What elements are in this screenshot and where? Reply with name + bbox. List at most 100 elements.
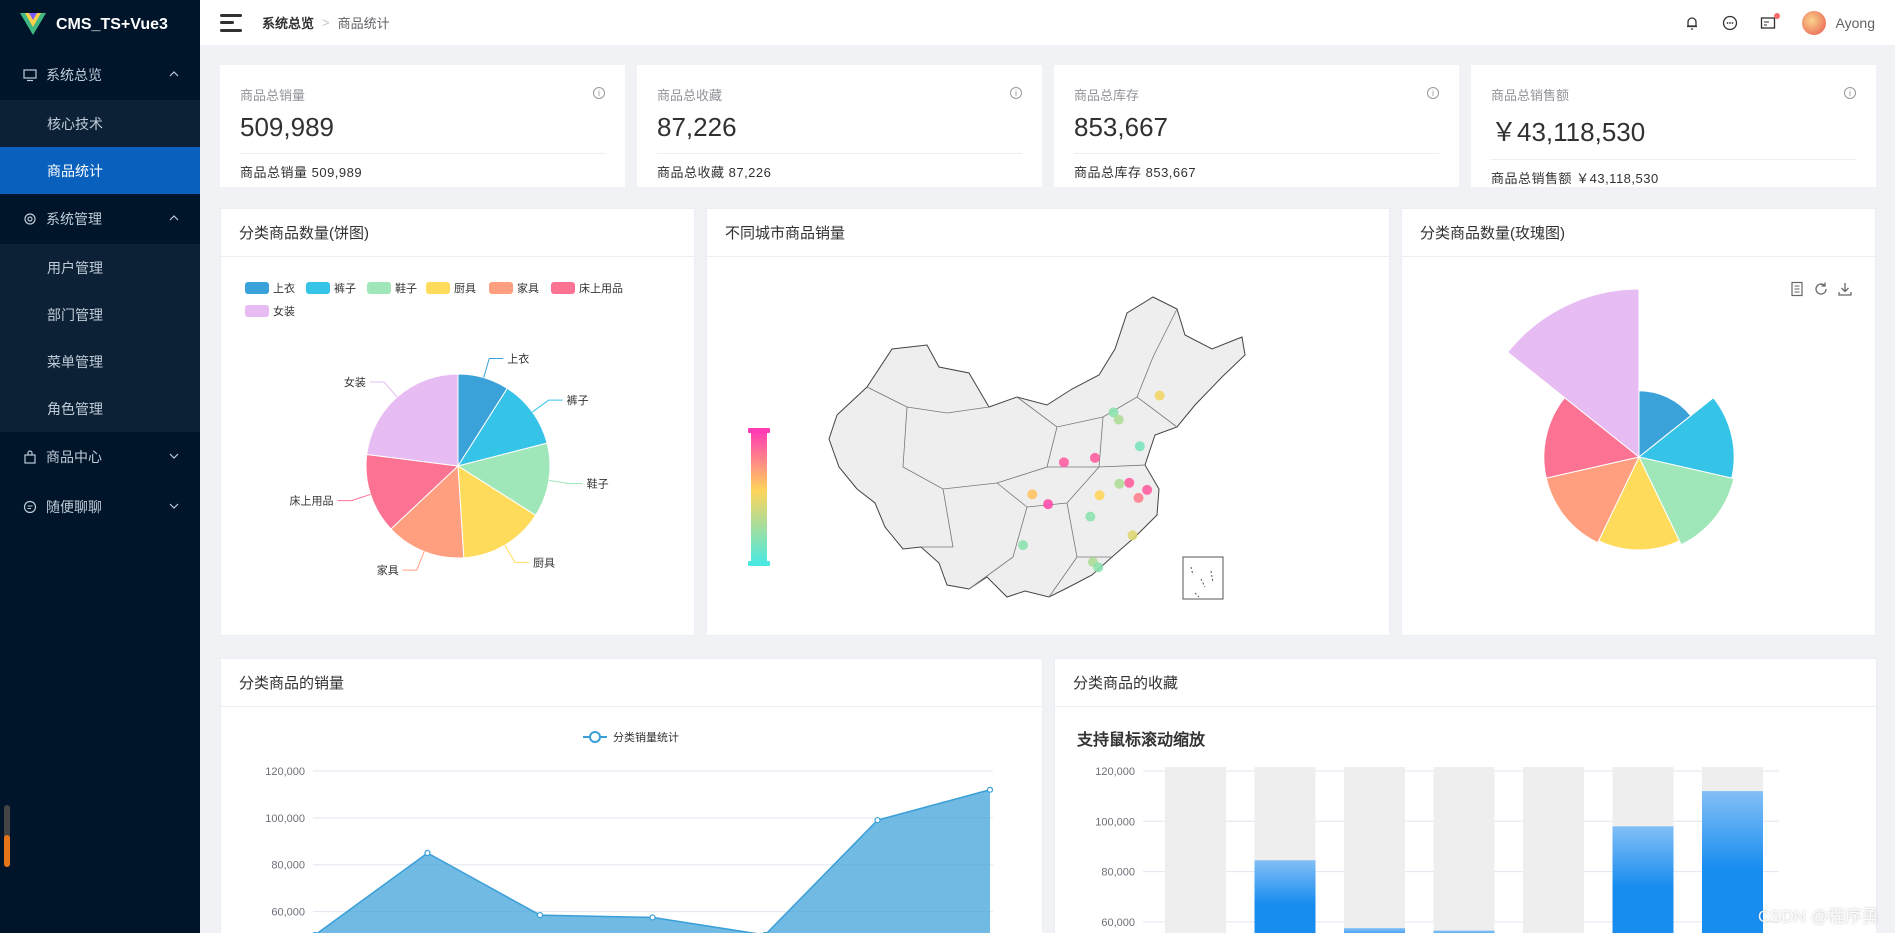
- legend-item[interactable]: 裤子: [306, 281, 356, 295]
- map-point[interactable]: [1127, 530, 1138, 541]
- panel-title: 不同城市商品销量: [707, 209, 1389, 257]
- sidebar-item-core-tech[interactable]: 核心技术: [0, 100, 200, 147]
- menu-fold-icon[interactable]: [220, 13, 242, 32]
- data-point[interactable]: [424, 849, 431, 857]
- stat-title: 商品总库存: [1074, 88, 1140, 103]
- legend-label: 鞋子: [395, 281, 417, 295]
- map-point[interactable]: [1058, 457, 1069, 468]
- menu-system-management[interactable]: 系统管理: [0, 194, 200, 244]
- legend-item[interactable]: 女装: [245, 304, 295, 318]
- panel-rose-chart: 分类商品数量(玫瑰图): [1401, 208, 1876, 636]
- info-icon[interactable]: i: [1844, 87, 1856, 99]
- map-point[interactable]: [1154, 390, 1165, 401]
- stat-value: 509,989: [240, 112, 334, 142]
- postcard-icon[interactable]: [1758, 12, 1780, 33]
- map-point[interactable]: [1043, 499, 1054, 510]
- menu-goods-center[interactable]: 商品中心: [0, 432, 200, 482]
- submenu-system: 用户管理 部门管理 菜单管理 角色管理: [0, 244, 200, 432]
- data-point[interactable]: [986, 786, 994, 793]
- legend-marker: [589, 731, 601, 743]
- chat-icon: [22, 499, 38, 515]
- legend-item[interactable]: 床上用品: [551, 281, 623, 295]
- map-point[interactable]: [1124, 477, 1135, 488]
- menu-system-overview-label: 系统总览: [46, 67, 102, 83]
- legend-item[interactable]: 家具: [489, 281, 539, 295]
- rose-toolbox: [1789, 281, 1853, 297]
- pie-chart[interactable]: 上衣 裤子 鞋子 厨具 家具 床上用品女装上衣裤子鞋子厨具家具床上用品女装: [221, 257, 694, 635]
- menu-goods-center-label: 商品中心: [46, 449, 102, 465]
- menu-chat[interactable]: 随便聊聊: [0, 482, 200, 532]
- stat-card-total-revenue: 商品总销售额 i ￥43,118,530 商品总销售额 ￥43,118,530: [1471, 65, 1876, 187]
- legend-item[interactable]: 分类销量统计: [583, 730, 679, 744]
- avatar[interactable]: [1801, 10, 1826, 35]
- legend-item[interactable]: 上衣: [245, 281, 295, 295]
- data-point[interactable]: [874, 817, 881, 824]
- sidebar-item-roles[interactable]: 角色管理: [0, 385, 200, 432]
- map-point[interactable]: [1089, 452, 1100, 463]
- map-point[interactable]: [1093, 562, 1104, 573]
- rose-chart[interactable]: [1402, 257, 1875, 635]
- divider: [240, 153, 605, 154]
- map-point[interactable]: [1027, 489, 1038, 500]
- bell-icon[interactable]: [1682, 13, 1702, 33]
- map-point[interactable]: [1094, 490, 1105, 501]
- bar-background: [1523, 767, 1584, 933]
- map-point[interactable]: [1113, 414, 1124, 425]
- divider: [1491, 159, 1856, 160]
- sidebar-scrollbar[interactable]: [4, 805, 10, 867]
- pie-label-line: [504, 544, 530, 563]
- sidebar-item-label: 部门管理: [47, 306, 103, 323]
- bar[interactable]: [1254, 860, 1316, 933]
- sidebar-item-departments[interactable]: 部门管理: [0, 291, 200, 338]
- china-map-chart[interactable]: [707, 257, 1389, 635]
- bar-chart[interactable]: 支持鼠标滚动缩放 60,000 80,000 100,000 120,000: [1055, 707, 1876, 933]
- pie-slice-label: 家具: [377, 563, 399, 577]
- map-point[interactable]: [1114, 478, 1125, 489]
- map-point[interactable]: [1133, 492, 1144, 503]
- y-tick-label: 120,000: [265, 766, 305, 778]
- pie-slice[interactable]: [366, 373, 459, 467]
- info-icon[interactable]: i: [1010, 87, 1022, 99]
- bar[interactable]: [1702, 791, 1763, 933]
- chevron-down-icon: [169, 503, 179, 509]
- sidebar-item-users[interactable]: 用户管理: [0, 244, 200, 291]
- map-point[interactable]: [1085, 511, 1096, 522]
- breadcrumb-item-overview[interactable]: 系统总览: [262, 13, 314, 32]
- sidebar-item-label: 用户管理: [47, 259, 103, 276]
- legend-item[interactable]: 鞋子: [367, 281, 417, 295]
- sidebar-scrollbar-thumb[interactable]: [4, 835, 10, 867]
- data-view-icon[interactable]: [1789, 281, 1805, 297]
- map-point[interactable]: [1134, 441, 1145, 452]
- visual-map-handle-bottom[interactable]: [748, 561, 770, 566]
- menu-system-overview[interactable]: 系统总览: [0, 50, 200, 100]
- legend-swatch: [306, 282, 330, 294]
- legend-item[interactable]: 厨具: [426, 282, 476, 295]
- user-name[interactable]: Ayong: [1836, 15, 1875, 31]
- visual-map-handle-top[interactable]: [748, 428, 770, 433]
- info-icon[interactable]: i: [1427, 87, 1439, 99]
- pie-label-line: [532, 399, 563, 413]
- map-point[interactable]: [1142, 484, 1153, 495]
- data-point[interactable]: [536, 911, 544, 919]
- download-icon[interactable]: [1837, 281, 1853, 297]
- sidebar-item-menus[interactable]: 菜单管理: [0, 338, 200, 385]
- info-icon[interactable]: i: [593, 87, 605, 99]
- menu-group-overview: 系统总览 核心技术 商品统计: [0, 50, 200, 194]
- bar[interactable]: [1612, 826, 1674, 933]
- sidebar-item-goods-stats[interactable]: 商品统计: [0, 147, 200, 194]
- logo[interactable]: CMS_TS+Vue3: [0, 0, 200, 50]
- south-china-sea-islands: [1190, 566, 1214, 598]
- visual-map-bar[interactable]: [751, 431, 767, 563]
- stat-card-total-favorites: 商品总收藏 i 87,226 商品总收藏 87,226: [637, 65, 1042, 187]
- stat-footer: 商品总销量 509,989: [240, 165, 363, 180]
- area-line-chart[interactable]: 分类销量统计 60,000 80,000 100,000 120,000: [221, 707, 1042, 933]
- stat-title: 商品总销量: [240, 88, 306, 103]
- map-point[interactable]: [1018, 540, 1029, 551]
- bar[interactable]: [1344, 928, 1405, 933]
- restore-icon[interactable]: [1813, 281, 1829, 297]
- data-point[interactable]: [649, 914, 656, 921]
- watermark: CSDN @程序勇: [1757, 907, 1879, 926]
- chat-bubble-icon[interactable]: [1720, 13, 1740, 33]
- chevron-down-icon: [169, 453, 179, 459]
- gear-icon: [22, 211, 38, 227]
